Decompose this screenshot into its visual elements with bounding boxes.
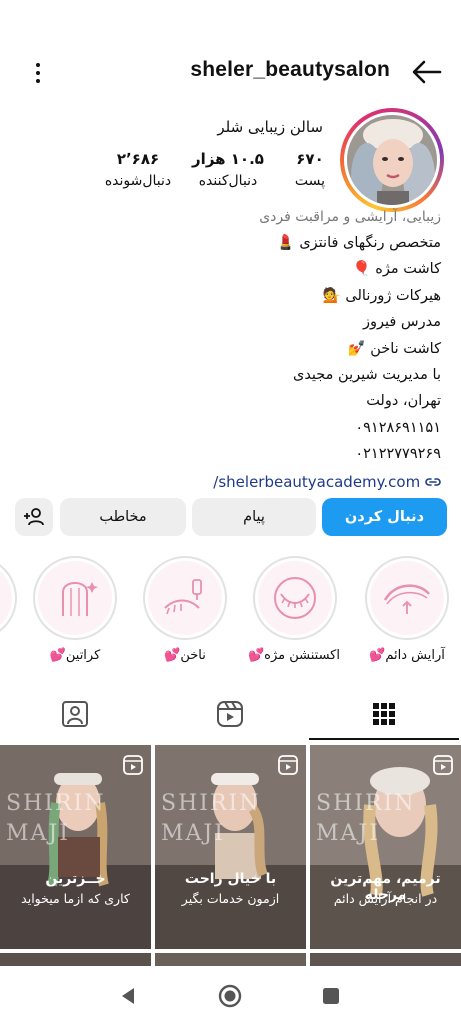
eyebrow-icon (383, 584, 430, 614)
bio-line: با مدیریت شیرین مجیدی (292, 367, 441, 384)
hair-icon (62, 582, 98, 616)
stat-following-label: دنبال‌شونده (104, 173, 172, 189)
post-thumbnail[interactable]: SHIRIN MAJI ترمیم، مهم‌ترین مرحله در انج… (310, 745, 461, 949)
bio-line: کاشت مژه 🎈 (352, 261, 441, 278)
profile-category: زیبایی، آرایشی و مراقبت فردی (259, 209, 441, 225)
post-title: خــز‌ترین (45, 871, 106, 887)
highlight-item-partial[interactable] (0, 556, 20, 640)
profile-bio: زیبایی، آرایشی و مراقبت فردی متخصص رنگها… (21, 204, 441, 496)
highlight-label: آرایش دائم💕 (369, 648, 445, 663)
profile-website-link[interactable]: /shelerbeautyacademy.com (21, 468, 441, 496)
highlight-item[interactable]: آرایش دائم💕 (362, 556, 452, 663)
profile-full-name: سالن زیبایی شلر (217, 118, 323, 136)
nav-recents-icon[interactable] (322, 987, 340, 1005)
reel-badge-icon (278, 755, 298, 775)
highlight-label: اکستنشن مژه💕 (247, 648, 340, 663)
more-options-icon[interactable] (28, 60, 48, 86)
bio-line: کاشت ناخن 💅 (347, 340, 441, 357)
nav-home-icon[interactable] (218, 984, 242, 1008)
link-icon (425, 477, 441, 486)
profile-username: sheler_beautysalon (190, 58, 390, 81)
highlight-item[interactable]: کراتین💕 (30, 556, 120, 663)
stat-following[interactable]: ۲٬۶۸۶ دنبال‌شونده (98, 150, 178, 189)
stat-posts[interactable]: ۶۷۰ پست (270, 150, 350, 189)
story-highlights: آرایش دائم💕 اکستنشن مژه💕 ناخن💕 کراتین💕 (0, 556, 461, 671)
tagged-person-icon (62, 701, 88, 727)
bio-phone-mobile: ۰۹۱۲۸۶۹۱۱۵۱ (355, 419, 441, 436)
message-button[interactable]: پیام (192, 498, 316, 536)
highlight-item[interactable]: ناخن💕 (140, 556, 230, 663)
highlight-label: کراتین💕 (49, 648, 101, 663)
posts-grid: SHIRIN MAJI ترمیم، مهم‌ترین مرحله در انج… (0, 745, 461, 969)
top-bar: sheler_beautysalon (0, 50, 461, 96)
stat-posts-label: پست (294, 173, 326, 189)
profile-tabs (0, 686, 461, 742)
eyelash-icon (274, 577, 316, 619)
post-subtitle: کاری که ازما میخواید (21, 891, 130, 906)
avatar-photo (347, 115, 437, 205)
profile-avatar[interactable] (340, 108, 444, 212)
post-thumbnail[interactable]: SHIRIN MAJI خــز‌ترین کاری که ازما میخوا… (0, 745, 151, 949)
profile-website-text: /shelerbeautyacademy.com (213, 472, 421, 491)
post-subtitle: ازمون خدمات بگیر (181, 891, 280, 906)
post-title: با خیال راحت (184, 871, 277, 887)
system-navigation-bar (0, 966, 461, 1024)
stat-posts-value: ۶۷۰ (296, 150, 324, 168)
post-watermark: SHIRIN MAJI (316, 791, 416, 846)
tab-posts-grid[interactable] (309, 686, 459, 742)
back-arrow-icon[interactable] (410, 58, 444, 86)
post-thumbnail[interactable]: SHIRIN MAJI با خیال راحت ازمون خدمات بگی… (155, 745, 306, 949)
post-subtitle: در انجام آرایش دائم (333, 891, 438, 906)
post-watermark: SHIRIN MAJI (161, 791, 261, 846)
stat-following-value: ۲٬۶۸۶ (116, 150, 160, 168)
stat-followers-value: ۱۰.۵ هزار (192, 150, 264, 168)
stat-followers[interactable]: ۱۰.۵ هزار دنبال‌کننده (188, 150, 268, 189)
add-person-icon (24, 508, 44, 526)
highlight-label: ناخن💕 (164, 648, 206, 663)
reels-icon (217, 701, 243, 727)
stat-followers-label: دنبال‌کننده (198, 173, 258, 189)
nail-polish-icon (164, 579, 202, 615)
tab-reels[interactable] (155, 686, 305, 742)
follow-button[interactable]: دنبال کردن (322, 498, 447, 536)
reel-badge-icon (123, 755, 143, 775)
bio-line: هیرکات ژورنالی 💁 (322, 287, 441, 304)
bio-line: متخصص رنگهای فانتزی 💄 (276, 235, 441, 251)
bio-phone-landline: ۰۲۱۲۲۷۷۹۲۶۹ (355, 446, 441, 463)
grid-icon (373, 703, 395, 725)
tab-tagged[interactable] (0, 686, 150, 742)
nav-back-icon[interactable] (118, 986, 138, 1006)
bio-line: مدرس فیروز (362, 314, 441, 331)
add-person-button[interactable] (15, 498, 53, 536)
bio-line: تهران، دولت (366, 393, 441, 410)
reel-badge-icon (433, 755, 453, 775)
profile-actions: دنبال کردن پیام مخاطب (15, 498, 447, 536)
post-watermark: SHIRIN MAJI (6, 791, 106, 846)
highlight-item[interactable]: اکستنشن مژه💕 (247, 556, 340, 663)
contact-button[interactable]: مخاطب (60, 498, 186, 536)
